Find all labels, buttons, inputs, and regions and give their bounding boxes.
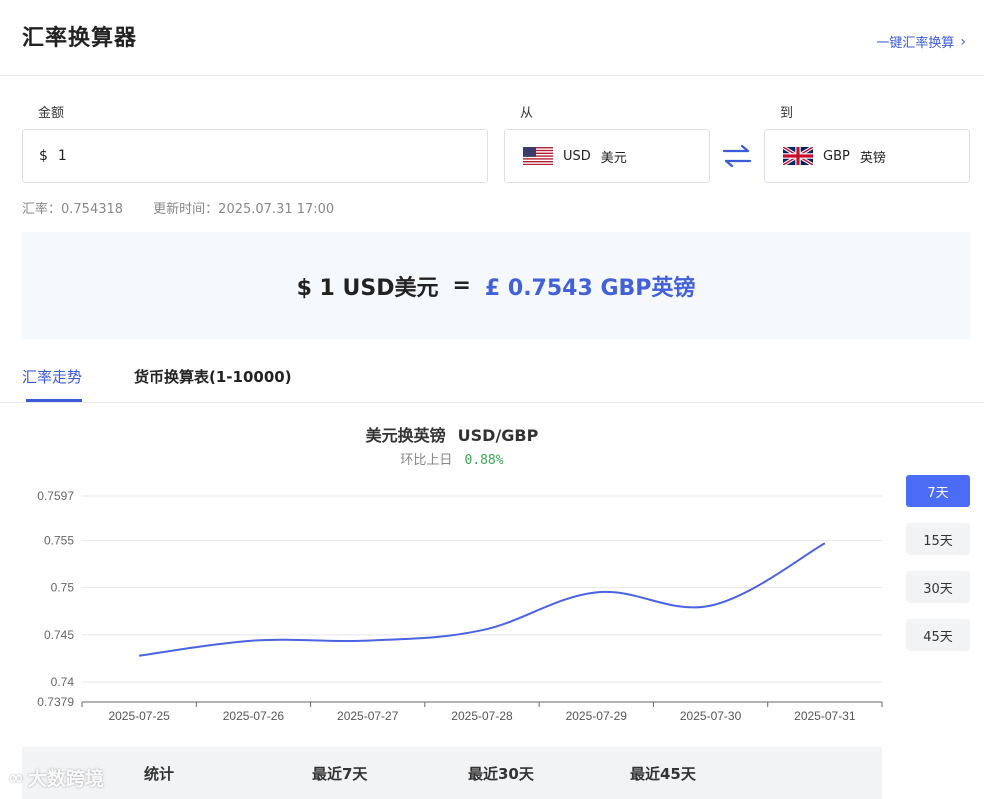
chart-title: 美元换英镑 USD/GBP: [0, 422, 904, 446]
y-tick-label: 0.7379: [37, 695, 74, 709]
y-tick-label: 0.745: [44, 628, 74, 642]
period-7d-button[interactable]: 7天: [906, 475, 970, 507]
page-title: 汇率换算器: [22, 26, 138, 51]
from-currency-name: 美元: [600, 150, 627, 166]
result-source: $ 1 USD美元: [296, 275, 439, 301]
tab-rate-trend[interactable]: 汇率走势: [22, 366, 82, 387]
rate-info: 汇率：0.754318 更新时间：2025.07.31 17:00: [22, 198, 360, 217]
to-currency-select[interactable]: GBP 英镑: [764, 129, 970, 183]
period-45d-button[interactable]: 45天: [906, 619, 970, 651]
watermark-logo-icon: ∞: [8, 766, 24, 789]
y-tick-label: 0.75: [51, 581, 75, 595]
active-tab-indicator: [26, 399, 82, 402]
uk-flag-icon: [783, 147, 813, 165]
result-target: £ 0.7543 GBP英镑: [484, 275, 696, 301]
series-line: [139, 542, 826, 657]
watermark-text: 大数跨境: [27, 768, 104, 790]
amount-currency-symbol: $: [39, 148, 48, 164]
amount-input[interactable]: $ 1: [22, 129, 488, 183]
us-flag-icon: [523, 147, 553, 165]
x-tick-label: 2025-07-31: [794, 709, 856, 723]
update-time: 更新时间：2025.07.31 17:00: [153, 202, 335, 217]
stats-col-7d: 最近7天: [312, 765, 368, 783]
y-tick-label: 0.74: [51, 675, 75, 689]
quick-convert-label: 一键汇率换算: [876, 36, 955, 51]
to-currency-code: GBP: [823, 148, 850, 164]
to-label: 到: [780, 106, 794, 121]
to-currency-name: 英镑: [859, 150, 886, 166]
x-tick-label: 2025-07-26: [223, 709, 285, 723]
rate-value: 汇率：0.754318: [22, 202, 124, 217]
chart-change: 环比上日 0.88%: [0, 449, 904, 468]
x-tick-label: 2025-07-27: [337, 709, 399, 723]
watermark: ∞ 大数跨境: [8, 764, 104, 791]
conversion-result: $ 1 USD美元 = £ 0.7543 GBP英镑: [22, 232, 970, 339]
tab-conversion-table[interactable]: 货币换算表(1-10000): [134, 366, 292, 387]
result-equals: =: [452, 273, 471, 298]
change-label: 环比上日: [400, 453, 453, 468]
x-tick-label: 2025-07-29: [566, 709, 628, 723]
swap-arrows-icon[interactable]: [721, 143, 753, 169]
period-30d-button[interactable]: 30天: [906, 571, 970, 603]
stats-col-30d: 最近30天: [468, 765, 534, 783]
x-tick-label: 2025-07-28: [451, 709, 513, 723]
change-value: 0.88%: [464, 453, 504, 468]
amount-label: 金额: [38, 106, 65, 121]
rate-trend-chart: 0.7597 0.755 0.75 0.745 0.74 0.7379 2025-07-25…: [37, 489, 883, 723]
header: 汇率换算器 一键汇率换算 ›: [0, 0, 984, 76]
y-tick-label: 0.7597: [37, 489, 74, 503]
chart-pair: USD/GBP: [457, 426, 539, 445]
stats-table-header: 统计 最近7天 最近30天 最近45天: [22, 747, 882, 799]
from-label: 从: [520, 106, 534, 121]
x-tick-label: 2025-07-30: [680, 709, 742, 723]
chart-title-text: 美元换英镑: [365, 426, 446, 445]
from-currency-select[interactable]: USD 美元: [504, 129, 710, 183]
y-tick-label: 0.755: [44, 533, 74, 547]
quick-convert-link[interactable]: 一键汇率换算 ›: [876, 32, 966, 52]
stats-col-stat: 统计: [144, 765, 175, 783]
from-currency-code: USD: [563, 148, 591, 164]
period-15d-button[interactable]: 15天: [906, 523, 970, 555]
amount-value: 1: [57, 148, 67, 164]
chevron-right-icon: ›: [960, 33, 966, 50]
stats-col-45d: 最近45天: [630, 765, 696, 783]
tab-bar: 汇率走势 货币换算表(1-10000): [0, 358, 984, 403]
x-tick-label: 2025-07-25: [108, 709, 170, 723]
